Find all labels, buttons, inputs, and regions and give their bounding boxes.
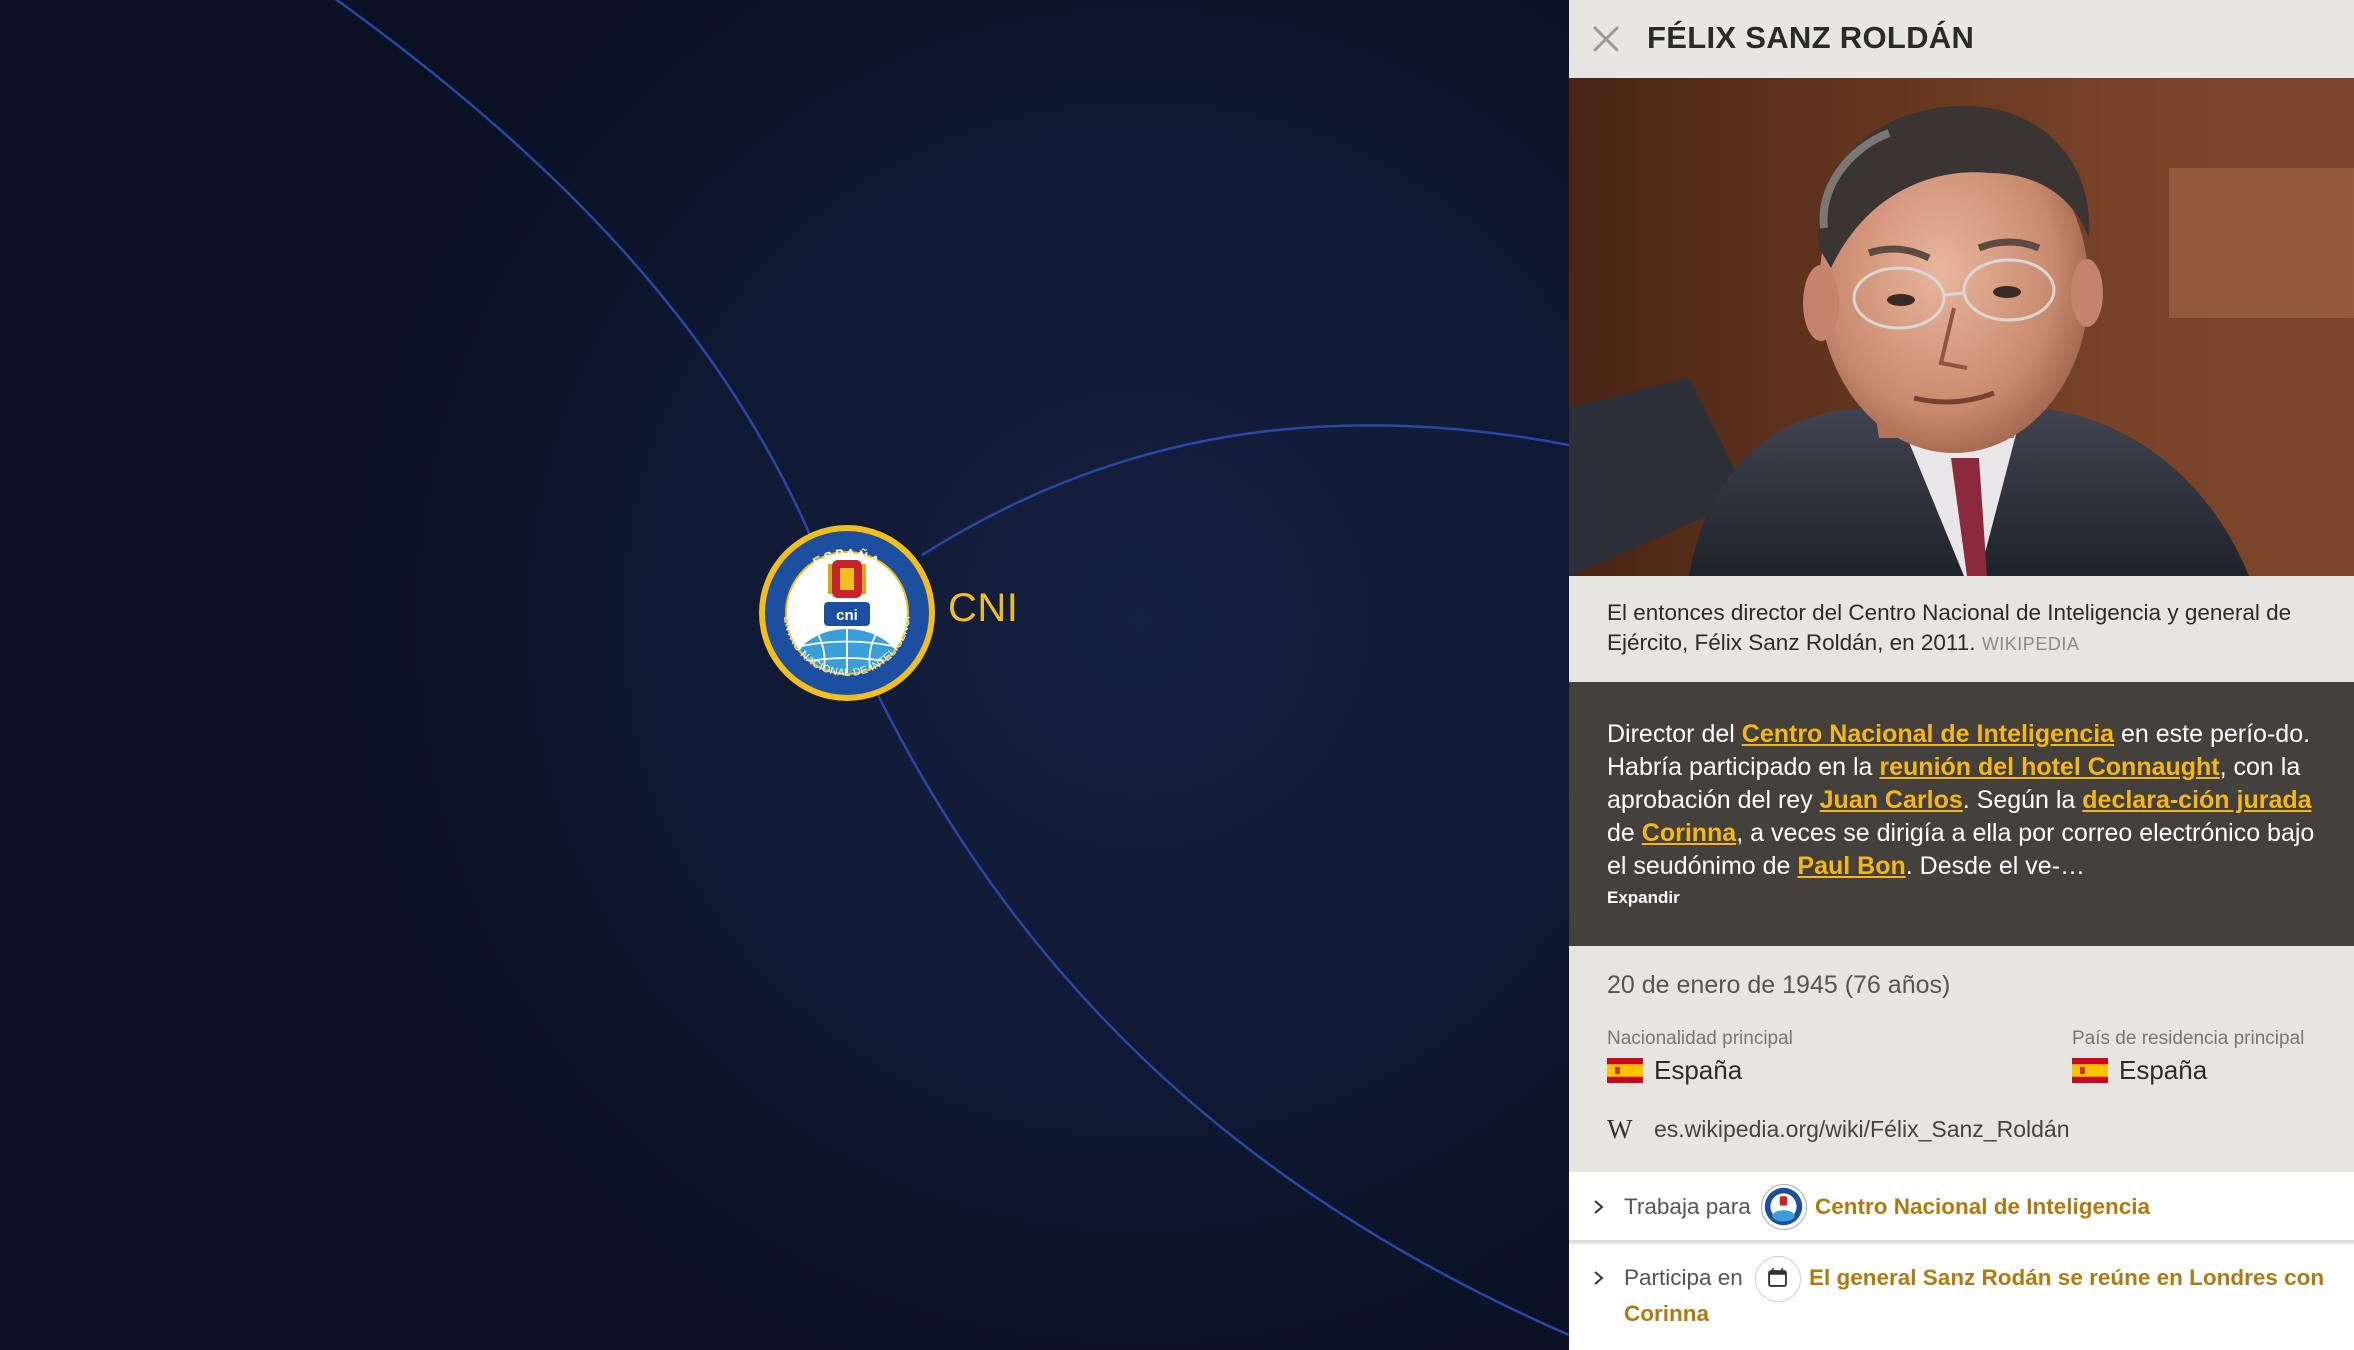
caption-source: WIKIPEDIA xyxy=(1981,634,2080,654)
detail-panel: FÉLIX SANZ ROLDÁN El entonces director d… xyxy=(1569,0,2354,1350)
spain-flag-icon xyxy=(1607,1058,1643,1083)
cni-node-label[interactable]: CNI xyxy=(948,586,1018,631)
relation-row-works-for[interactable]: Trabaja para Centro Nacional de Intelige… xyxy=(1569,1172,2354,1242)
graph-canvas[interactable]: cni ESPAÑA CENTRO NACIONAL DE INTELIGENC… xyxy=(0,0,1569,1350)
description-text: de xyxy=(1607,819,1642,847)
nationality-label: Nacionalidad principal xyxy=(1607,1028,1793,1049)
person-photo xyxy=(1569,78,2354,576)
relation-target-link[interactable]: El general Sanz Rodán se reúne en Londre… xyxy=(1809,1260,2324,1296)
facts-section: 20 de enero de 1945 (76 años) Nacionalid… xyxy=(1569,946,2354,1172)
description-block: Director del Centro Nacional de Intelige… xyxy=(1569,682,2354,946)
nationality-value: España xyxy=(1654,1055,1743,1085)
link-juan-carlos[interactable]: Juan Carlos xyxy=(1820,786,1963,814)
caption-text: El entonces director del Centro Nacional… xyxy=(1607,600,2292,655)
link-reunion-hotel-connaught[interactable]: reunión del hotel Connaught xyxy=(1879,753,2219,781)
link-declaracion-jurada[interactable]: declara-ción jurada xyxy=(2082,786,2311,814)
panel-title: FÉLIX SANZ ROLDÁN xyxy=(1647,20,1975,55)
relation-verb: Trabaja para xyxy=(1624,1194,1751,1219)
cni-logo xyxy=(1761,1184,1807,1230)
cni-node[interactable]: cni ESPAÑA CENTRO NACIONAL DE INTELIGENC… xyxy=(754,515,936,702)
residence-label: País de residencia principal xyxy=(2072,1028,2305,1049)
relation-verb: Participa en xyxy=(1624,1265,1743,1290)
photo-caption: El entonces director del Centro Nacional… xyxy=(1569,576,2354,682)
relation-target-link[interactable]: Centro Nacional de Inteligencia xyxy=(1815,1189,2150,1225)
graph-edge xyxy=(921,424,1569,557)
description-text: Director del xyxy=(1607,720,1742,748)
relation-row-participates-in[interactable]: Participa en El general Sanz Rodán se re… xyxy=(1569,1244,2354,1350)
residence-value: España xyxy=(2119,1055,2208,1085)
link-corinna[interactable]: Corinna xyxy=(1642,819,1736,847)
relation-target-link-continued[interactable]: Corinna xyxy=(1624,1296,1709,1332)
spain-flag-icon xyxy=(2072,1058,2108,1083)
chevron-right-icon xyxy=(1594,1271,1604,1285)
description-text: . Desde el ve-… xyxy=(1905,852,2085,880)
portrait-image xyxy=(1569,78,2354,576)
graph-edge xyxy=(334,0,812,536)
close-icon xyxy=(1593,26,1619,52)
wikipedia-link[interactable]: es.wikipedia.org/wiki/Félix_Sanz_Roldán xyxy=(1654,1116,2069,1143)
description-text: . Según la xyxy=(1962,786,2083,814)
panel-header: FÉLIX SANZ ROLDÁN xyxy=(1569,0,2354,78)
close-button[interactable] xyxy=(1587,20,1625,58)
expand-button[interactable]: Expandir xyxy=(1607,887,2316,909)
birth-date: 20 de enero de 1945 (76 años) xyxy=(1607,971,1951,999)
chevron-right-icon xyxy=(1594,1200,1604,1214)
calendar-icon xyxy=(1755,1256,1801,1302)
link-centro-nacional-de-inteligencia[interactable]: Centro Nacional de Inteligencia xyxy=(1742,720,2114,748)
link-paul-bon[interactable]: Paul Bon xyxy=(1797,852,1905,880)
svg-text:cni: cni xyxy=(836,607,858,624)
graph-edge xyxy=(876,694,1569,1337)
wikipedia-icon: W xyxy=(1607,1114,1633,1144)
cni-logo: cni ESPAÑA CENTRO NACIONAL DE INTELIGENC… xyxy=(754,515,935,701)
